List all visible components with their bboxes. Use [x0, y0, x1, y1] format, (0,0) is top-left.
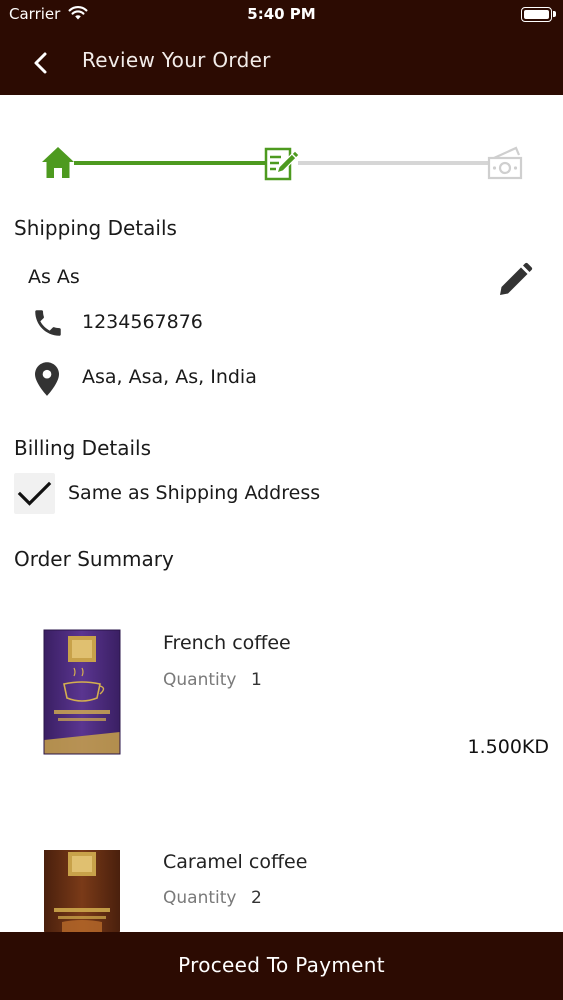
- shipping-name: As As: [28, 266, 80, 288]
- product-image-caramel-coffee: [42, 848, 122, 932]
- billing-details-title: Billing Details: [14, 436, 152, 460]
- shipping-details-title: Shipping Details: [14, 216, 177, 240]
- checkout-stepper: [0, 140, 563, 190]
- pencil-icon[interactable]: [497, 262, 533, 298]
- battery-icon: [521, 7, 556, 22]
- nav-bar: Review Your Order: [0, 30, 563, 95]
- home-icon: [40, 144, 76, 180]
- clock: 5:40 PM: [247, 5, 316, 23]
- page-title: Review Your Order: [82, 48, 271, 72]
- shipping-address: Asa, Asa, As, India: [82, 366, 257, 388]
- product-image-french-coffee: [42, 628, 122, 758]
- stepper-progress-line: [74, 161, 266, 165]
- chevron-left-icon[interactable]: [28, 50, 54, 76]
- payment-cash-icon: [486, 144, 526, 182]
- product-name: French coffee: [163, 632, 291, 654]
- product-name: Caramel coffee: [163, 851, 308, 873]
- location-pin-icon: [32, 361, 62, 397]
- quantity-value: 1: [251, 670, 262, 690]
- edit-document-icon: [263, 144, 301, 182]
- proceed-to-payment-button[interactable]: Proceed To Payment: [0, 932, 563, 1000]
- quantity-value: 2: [251, 888, 262, 908]
- quantity-label: Quantity: [163, 888, 237, 908]
- quantity-label: Quantity: [163, 670, 237, 690]
- same-as-shipping-label[interactable]: Same as Shipping Address: [68, 482, 320, 504]
- status-bar: Carrier 5:40 PM: [0, 0, 563, 30]
- order-summary-title: Order Summary: [14, 547, 174, 571]
- phone-icon: [31, 306, 65, 340]
- same-as-shipping-checkbox[interactable]: [14, 473, 55, 514]
- stepper-remaining-line: [298, 161, 490, 165]
- checkmark-icon: [17, 481, 52, 506]
- shipping-phone: 1234567876: [82, 311, 203, 333]
- item-price: 1.500KD: [467, 736, 549, 758]
